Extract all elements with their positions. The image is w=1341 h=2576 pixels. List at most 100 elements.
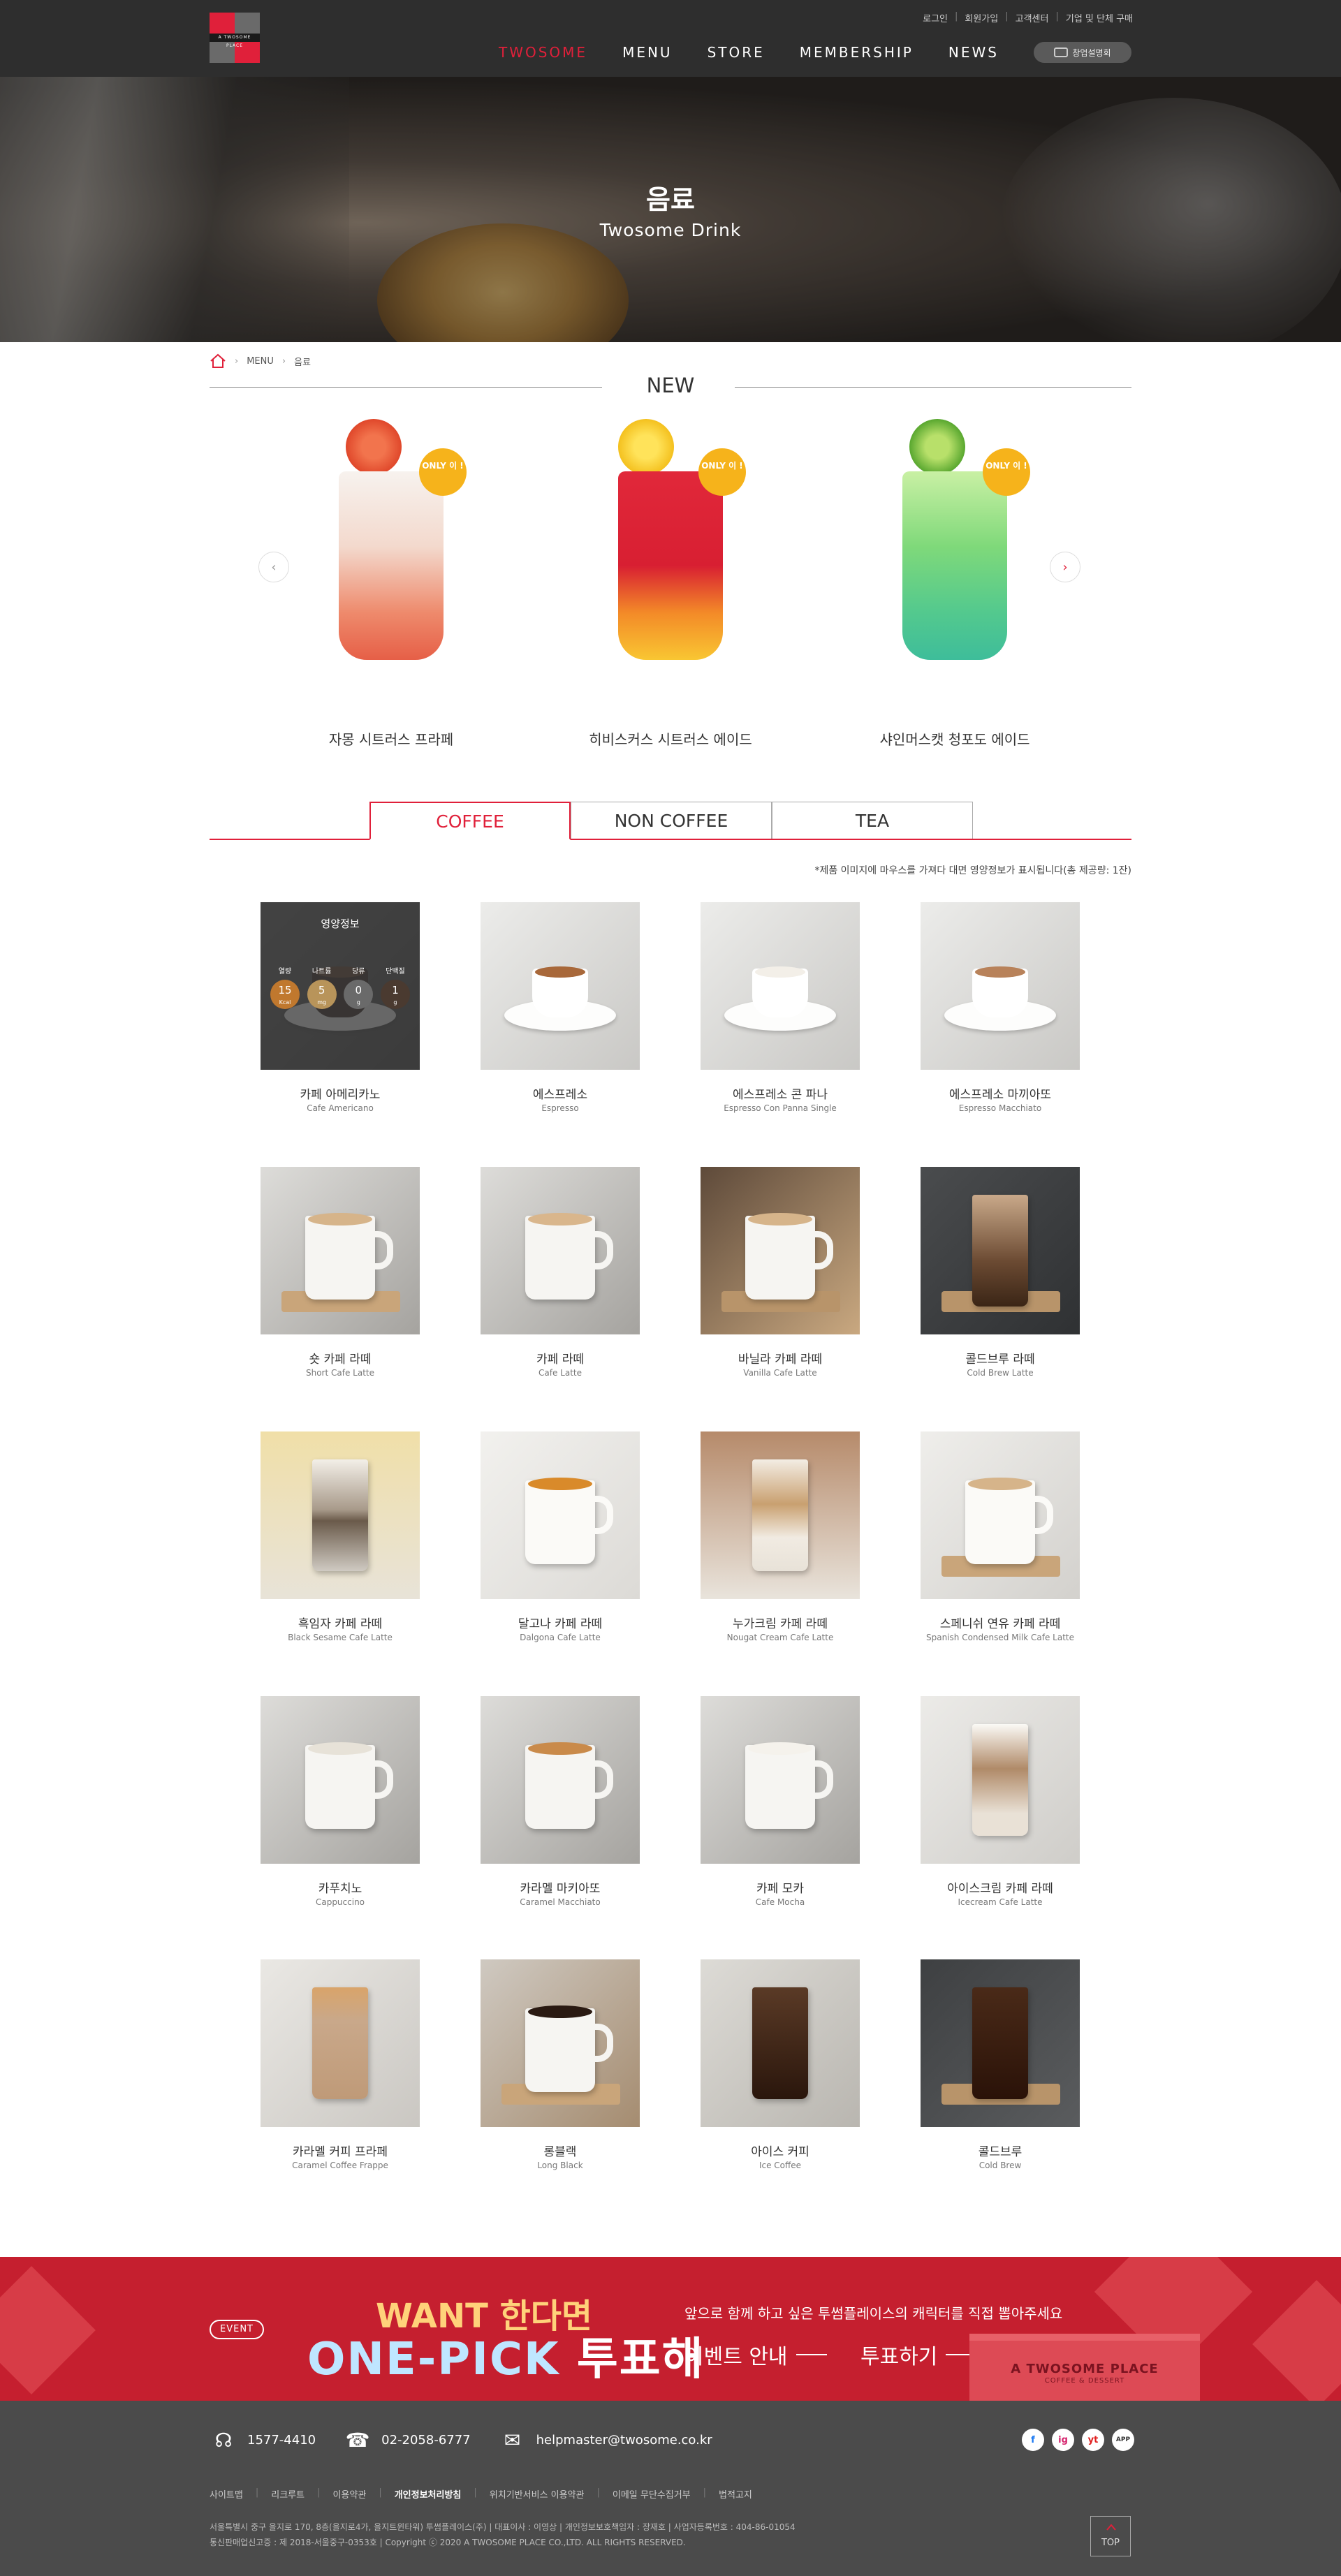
new-item-name: 샤인머스캣 청포도 에이드 [879, 731, 1030, 748]
home-icon[interactable] [210, 353, 226, 369]
youtube-icon[interactable]: yt [1082, 2429, 1104, 2451]
product-image[interactable] [921, 902, 1080, 1070]
signup-link[interactable]: 회원가입 [965, 11, 998, 24]
product-item[interactable]: 콜드브루 라떼 Cold Brew Latte [921, 1167, 1081, 1390]
event-banner[interactable]: EVENT WANT 한다면 ONE-PICK 투표해 앞으로 함께 하고 싶은… [0, 2257, 1341, 2401]
product-name-ko: 롱블랙 [543, 2145, 577, 2159]
corporate-order-link[interactable]: 기업 및 단체 구매 [1066, 11, 1133, 24]
nav-news[interactable]: NEWS [948, 44, 999, 61]
product-image[interactable] [261, 1696, 420, 1864]
product-item[interactable]: 에스프레소 마끼아또 Espresso Macchiato [921, 902, 1081, 1126]
franchise-label: 창업설명회 [1072, 47, 1111, 58]
nutrition-value: 1g [380, 980, 410, 1009]
footer-link-recruit[interactable]: 리크루트 [271, 2487, 305, 2501]
glass-image [312, 1459, 368, 1571]
product-image[interactable] [701, 1696, 860, 1864]
tab-tea[interactable]: TEA [772, 802, 973, 839]
facebook-icon[interactable]: f [1022, 2429, 1044, 2451]
product-item[interactable]: 바닐라 카페 라떼 Vanilla Cafe Latte [701, 1167, 861, 1390]
carousel-prev-button[interactable]: ‹ [258, 552, 289, 582]
customer-center-link[interactable]: 고객센터 [1016, 11, 1049, 24]
product-item[interactable]: 흑임자 카페 라떼 Black Sesame Cafe Latte [261, 1431, 421, 1655]
breadcrumb-menu[interactable]: MENU [247, 356, 274, 367]
product-image[interactable] [481, 1167, 640, 1334]
product-item[interactable]: 카라멜 마키아또 Caramel Macchiato [481, 1696, 641, 1920]
nav-twosome[interactable]: TWOSOME [499, 44, 587, 61]
nav-store[interactable]: STORE [708, 44, 765, 61]
chevron-right-icon: › [235, 355, 239, 367]
product-image[interactable] [481, 1696, 640, 1864]
product-item[interactable]: 누가크림 카페 라떼 Nougat Cream Cafe Latte [701, 1431, 861, 1655]
product-item[interactable]: 카페 모카 Cafe Mocha [701, 1696, 861, 1920]
mug-handle [811, 1760, 833, 1799]
footer-link-email-policy[interactable]: 이메일 무단수집거부 [613, 2487, 691, 2501]
app-icon[interactable]: APP [1112, 2429, 1134, 2451]
product-image[interactable] [481, 1431, 640, 1599]
mug-image [525, 2008, 595, 2092]
product-name-ko: 아이스 커피 [751, 2145, 809, 2159]
product-item[interactable]: 스페니쉬 연유 카페 라떼 Spanish Condensed Milk Caf… [921, 1431, 1081, 1655]
product-item[interactable]: 달고나 카페 라떼 Dalgona Cafe Latte [481, 1431, 641, 1655]
franchise-button[interactable]: 창업설명회 [1034, 42, 1131, 63]
mug-image [305, 1216, 375, 1300]
footer: ☊ 1577-4410 ☎ 02-2058-6777 ✉ helpmaster@two… [0, 2401, 1341, 2576]
product-name-en: Espresso Macchiato [958, 1103, 1042, 1113]
product-image[interactable] [481, 1959, 640, 2127]
footer-link-sitemap[interactable]: 사이트맵 [210, 2487, 243, 2501]
product-item[interactable]: 에스프레소 콘 파나 Espresso Con Panna Single [701, 902, 861, 1126]
product-image[interactable] [921, 1696, 1080, 1864]
vote-link[interactable]: 투표하기 [860, 2339, 977, 2370]
mug-image [745, 1216, 815, 1300]
product-image[interactable] [921, 1431, 1080, 1599]
product-image[interactable] [261, 1431, 420, 1599]
footer-link-privacy[interactable]: 개인정보처리방침 [395, 2487, 462, 2501]
product-item[interactable]: 영양정보 열량 15 Kcal 나트륨 5 mg 당류 0 g 단백질 1 g 카페 아메리카노 Caf… [261, 902, 421, 1126]
product-item[interactable]: 카라멜 커피 프라페 Caramel Coffee Frappe [261, 1959, 421, 2183]
product-name-en: Cafe Mocha [755, 1897, 805, 1907]
main-nav: TWOSOME MENU STORE MEMBERSHIP NEWS [499, 44, 999, 61]
login-link[interactable]: 로그인 [923, 11, 948, 24]
mug-image [525, 1745, 595, 1829]
product-item[interactable]: 콜드브루 Cold Brew [921, 1959, 1081, 2183]
product-name-ko: 달고나 카페 라떼 [518, 1617, 603, 1631]
logo[interactable]: A TWOSOME PLACE [210, 13, 260, 63]
glass-image [972, 1195, 1028, 1307]
headset-icon: ☊ [214, 2428, 233, 2452]
product-item[interactable]: 카페 라떼 Cafe Latte [481, 1167, 641, 1390]
product-image[interactable] [701, 1959, 860, 2127]
product-item[interactable]: 아이스크림 카페 라떼 Icecream Cafe Latte [921, 1696, 1081, 1920]
product-image[interactable] [701, 1431, 860, 1599]
new-item-shine-muscat-ade[interactable]: ONLY 이 ! 샤인머스캣 청포도 에이드 [864, 415, 1046, 758]
nutrition-label: 단백질 [386, 968, 405, 976]
product-item[interactable]: 아이스 커피 Ice Coffee [701, 1959, 861, 2183]
new-item-grapefruit-frappe[interactable]: ONLY 이 ! 자몽 시트러스 프라페 [300, 415, 482, 758]
product-image[interactable] [701, 1167, 860, 1334]
product-image[interactable] [921, 1167, 1080, 1334]
product-image[interactable] [481, 902, 640, 1070]
carousel-next-button[interactable]: › [1050, 552, 1080, 582]
event-info-link[interactable]: 이벤트 안내 [684, 2339, 827, 2370]
product-item[interactable]: 숏 카페 라떼 Short Cafe Latte [261, 1167, 421, 1390]
product-item[interactable]: 에스프레소 Espresso [481, 902, 641, 1126]
nav-menu[interactable]: MENU [622, 44, 673, 61]
email-address[interactable]: helpmaster@twosome.co.kr [536, 2433, 712, 2448]
scroll-top-button[interactable]: TOP [1090, 2516, 1131, 2556]
product-item[interactable]: 롱블랙 Long Black [481, 1959, 641, 2183]
nav-membership[interactable]: MEMBERSHIP [800, 44, 914, 61]
footer-link-legal[interactable]: 법적고지 [719, 2487, 752, 2501]
footer-link-terms[interactable]: 이용약관 [332, 2487, 366, 2501]
drink-image [902, 471, 1007, 660]
drink-surface [748, 1213, 812, 1226]
tab-coffee[interactable]: COFFEE [369, 802, 571, 840]
product-image[interactable]: 영양정보 열량 15 Kcal 나트륨 5 mg 당류 0 g 단백질 1 g [261, 902, 420, 1070]
new-item-hibiscus-ade[interactable]: ONLY 이 ! 히비스커스 시트러스 에이드 [580, 415, 761, 758]
tab-non-coffee[interactable]: NON COFFEE [571, 802, 772, 839]
product-image[interactable] [921, 1959, 1080, 2127]
product-image[interactable] [701, 902, 860, 1070]
product-item[interactable]: 카푸치노 Cappuccino [261, 1696, 421, 1920]
instagram-icon[interactable]: ig [1052, 2429, 1074, 2451]
product-image[interactable] [261, 1167, 420, 1334]
footer-link-location-terms[interactable]: 위치기반서비스 이용약관 [490, 2487, 585, 2501]
product-image[interactable] [261, 1959, 420, 2127]
drink-surface [308, 1742, 372, 1755]
